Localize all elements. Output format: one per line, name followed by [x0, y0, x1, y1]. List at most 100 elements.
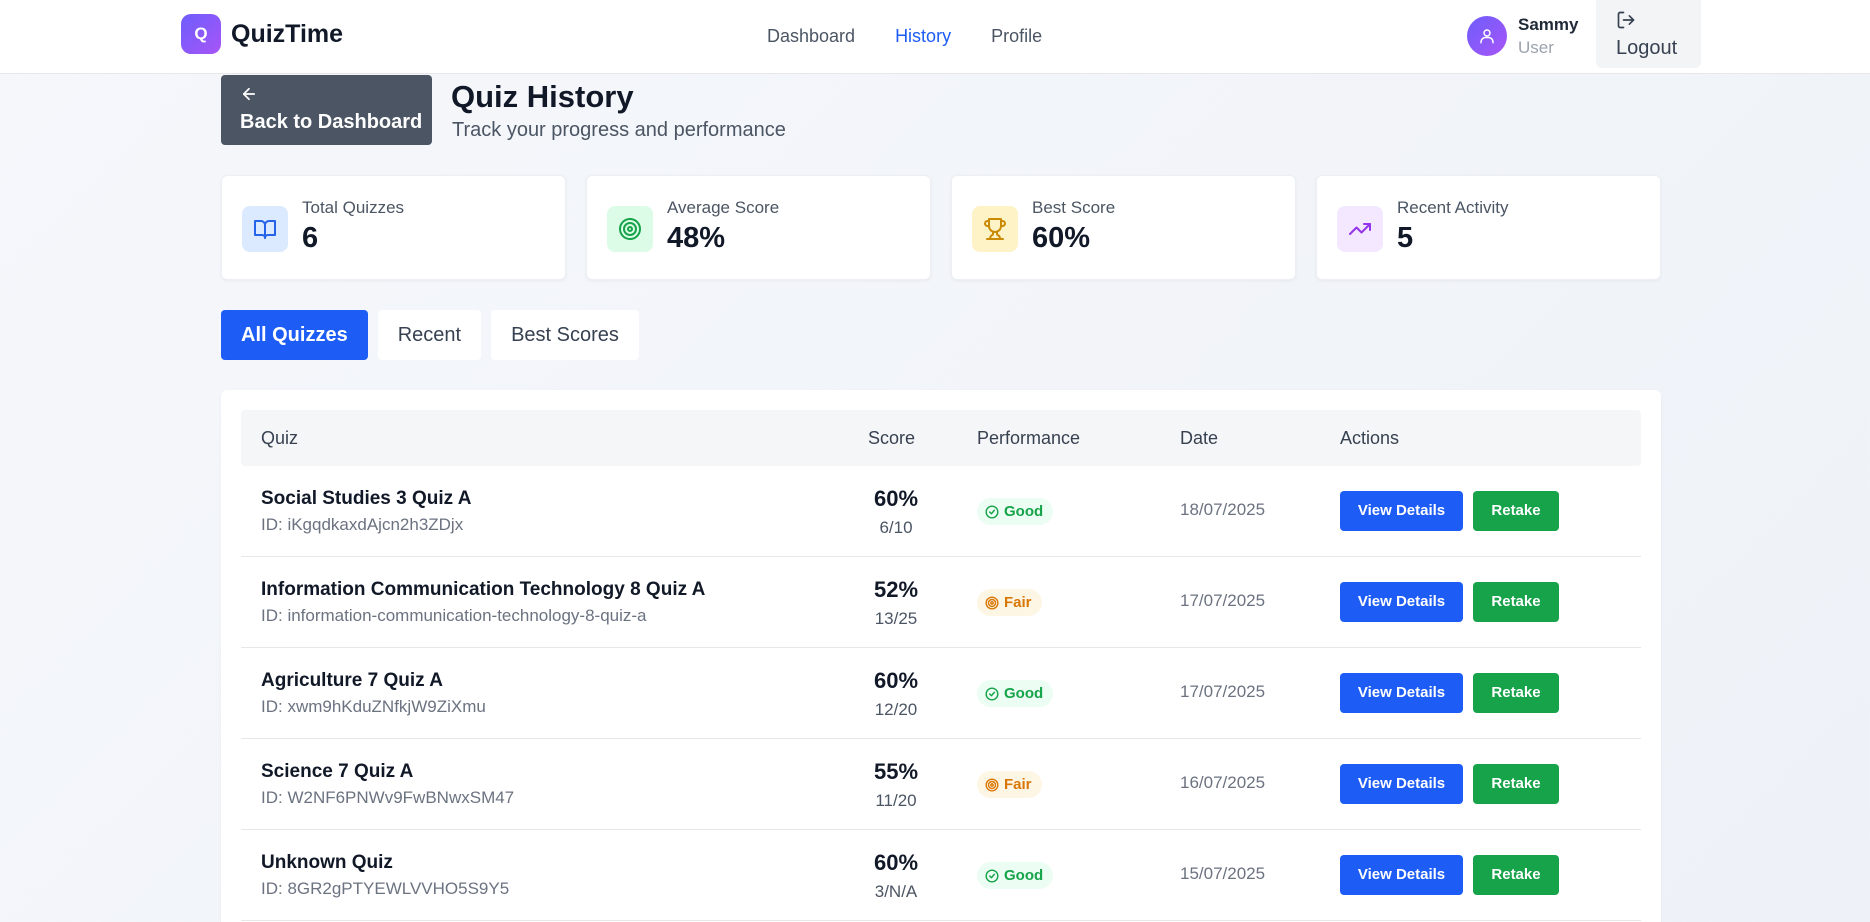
- stat-card-total-quizzes: Total Quizzes 6: [221, 175, 566, 280]
- column-header-date: Date: [1180, 428, 1219, 448]
- quiz-date: 17/07/2025: [1180, 682, 1266, 701]
- retake-button[interactable]: Retake: [1473, 582, 1559, 622]
- check-circle-icon: [985, 686, 999, 701]
- user-name: Sammy: [1518, 15, 1579, 34]
- target-icon: [985, 595, 999, 610]
- quiz-title: Agriculture 7 Quiz A: [261, 670, 443, 691]
- check-circle-icon: [985, 868, 999, 883]
- quiz-date: 18/07/2025: [1180, 500, 1266, 519]
- view-details-button[interactable]: View Details: [1340, 855, 1463, 895]
- performance-badge: Good: [977, 680, 1054, 707]
- score-percent: 60%: [873, 668, 919, 693]
- score-percent: 52%: [873, 577, 919, 602]
- score-fraction: 12/20: [874, 700, 918, 719]
- stat-label: Recent Activity: [1397, 198, 1509, 217]
- quiz-title: Social Studies 3 Quiz A: [261, 488, 472, 509]
- stat-card-best-score: Best Score 60%: [951, 175, 1296, 280]
- view-details-button[interactable]: View Details: [1340, 582, 1463, 622]
- score-percent: 60%: [873, 850, 919, 875]
- performance-badge: Good: [977, 498, 1054, 525]
- tab-recent[interactable]: Recent: [377, 310, 482, 360]
- score-percent: 55%: [873, 759, 919, 784]
- view-details-button[interactable]: View Details: [1340, 764, 1463, 804]
- target-icon: [985, 777, 999, 792]
- back-to-dashboard-button[interactable]: Back to Dashboard: [221, 75, 432, 145]
- brand-name: QuizTime: [231, 19, 344, 48]
- main-nav: Dashboard History Profile: [767, 22, 1042, 50]
- performance-badge: Good: [977, 862, 1054, 889]
- logout-button[interactable]: Logout: [1596, 0, 1701, 68]
- tab-best-scores[interactable]: Best Scores: [491, 310, 639, 360]
- score-fraction: 6/10: [879, 518, 913, 537]
- stat-value: 5: [1397, 222, 1414, 254]
- filter-tabs: All Quizzes Recent Best Scores: [221, 310, 639, 360]
- user-icon: [1480, 29, 1494, 44]
- brand-logo: Q: [181, 14, 221, 54]
- performance-badge: Fair: [977, 771, 1042, 798]
- stat-value: 48%: [667, 222, 726, 254]
- target-icon: [619, 218, 641, 240]
- column-header-quiz: Quiz: [261, 428, 299, 448]
- quiz-id: ID: iKgqdkaxdAjcn2h3ZDjx: [261, 515, 464, 534]
- nav-link-history[interactable]: History: [895, 22, 951, 50]
- trophy-icon: [984, 218, 1006, 240]
- nav-link-dashboard[interactable]: Dashboard: [767, 22, 855, 50]
- column-header-actions: Actions: [1340, 428, 1400, 448]
- nav-link-profile[interactable]: Profile: [991, 22, 1042, 50]
- quiz-history-table: Quiz Score Performance Date Actions Soci…: [221, 390, 1661, 922]
- arrow-left-icon: [242, 87, 256, 101]
- stat-value: 60%: [1032, 222, 1091, 254]
- quiz-id: ID: xwm9hKduZNfkjW9ZiXmu: [261, 697, 486, 716]
- column-header-score: Score: [868, 428, 916, 448]
- back-label: Back to Dashboard: [240, 111, 423, 133]
- performance-label: Fair: [1004, 776, 1032, 793]
- retake-button[interactable]: Retake: [1473, 764, 1559, 804]
- table-row: Information Communication Technology 8 Q…: [241, 557, 1641, 648]
- table-row: Science 7 Quiz A ID: W2NF6PNWv9FwBNwxSM47…: [241, 739, 1641, 830]
- table-header: Quiz Score Performance Date Actions: [241, 410, 1641, 466]
- stat-value: 6: [302, 222, 319, 254]
- score-percent: 60%: [873, 486, 919, 511]
- quiz-title: Unknown Quiz: [261, 852, 393, 873]
- performance-badge: Fair: [977, 589, 1042, 616]
- performance-label: Good: [1004, 867, 1044, 884]
- performance-label: Fair: [1004, 594, 1032, 611]
- retake-button[interactable]: Retake: [1473, 855, 1559, 895]
- view-details-button[interactable]: View Details: [1340, 673, 1463, 713]
- stat-label: Average Score: [667, 198, 780, 217]
- brand[interactable]: Q QuizTime: [181, 14, 343, 54]
- stat-card-average-score: Average Score 48%: [586, 175, 931, 280]
- logout-label: Logout: [1616, 37, 1678, 59]
- quiz-title: Information Communication Technology 8 Q…: [261, 579, 706, 600]
- quiz-id: ID: 8GR2gPTYEWLVVHO5S9Y5: [261, 879, 510, 898]
- stat-label: Best Score: [1032, 198, 1116, 217]
- score-fraction: 3/N/A: [874, 882, 918, 901]
- book-open-icon: [254, 220, 276, 239]
- top-navbar: Q QuizTime Dashboard History Profile Sam…: [0, 0, 1870, 74]
- page-title: Quiz History: [451, 79, 634, 114]
- user-menu[interactable]: Sammy User: [1467, 13, 1578, 59]
- score-fraction: 11/20: [875, 791, 917, 810]
- quiz-date: 17/07/2025: [1180, 591, 1266, 610]
- score-fraction: 13/25: [874, 609, 918, 628]
- performance-label: Good: [1004, 685, 1044, 702]
- table-row: Agriculture 7 Quiz A ID: xwm9hKduZNfkjW9Z…: [241, 648, 1641, 739]
- column-header-performance: Performance: [977, 428, 1081, 448]
- quiz-id: ID: information-communication-technology…: [261, 606, 647, 625]
- quiz-id: ID: W2NF6PNWv9FwBNwxSM47: [261, 788, 515, 807]
- user-role: User: [1518, 38, 1554, 57]
- quiz-date: 15/07/2025: [1180, 864, 1266, 883]
- check-circle-icon: [985, 504, 999, 519]
- page-subtitle: Track your progress and performance: [452, 119, 786, 141]
- stat-card-recent-activity: Recent Activity 5: [1316, 175, 1661, 280]
- table-row: Unknown Quiz ID: 8GR2gPTYEWLVVHO5S9Y5 60% 3…: [241, 830, 1641, 921]
- table-row: Social Studies 3 Quiz A ID: iKgqdkaxdAjcn…: [241, 466, 1641, 557]
- view-details-button[interactable]: View Details: [1340, 491, 1463, 531]
- logout-icon: [1617, 11, 1635, 29]
- performance-label: Good: [1004, 503, 1044, 520]
- trending-up-icon: [1349, 223, 1371, 235]
- tab-all-quizzes[interactable]: All Quizzes: [221, 310, 368, 360]
- quiz-date: 16/07/2025: [1180, 773, 1266, 792]
- retake-button[interactable]: Retake: [1473, 491, 1559, 531]
- retake-button[interactable]: Retake: [1473, 673, 1559, 713]
